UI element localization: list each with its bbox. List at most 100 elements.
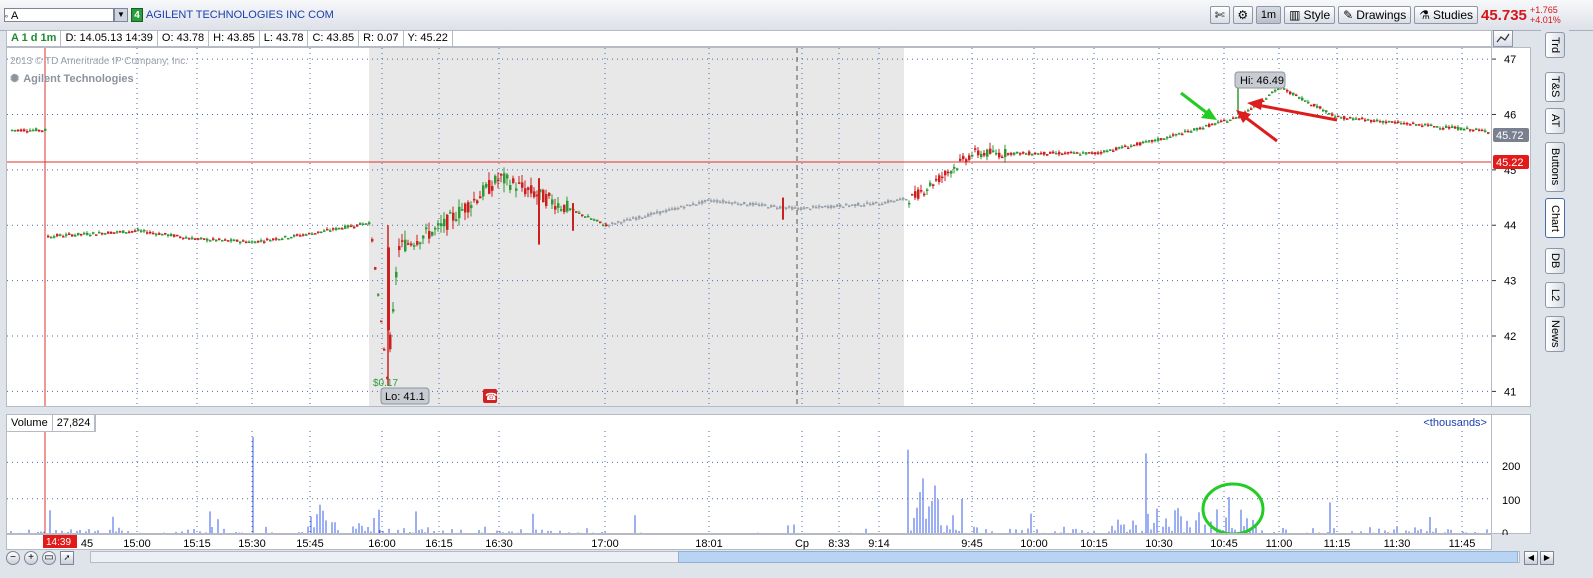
candle-body	[23, 129, 26, 132]
candle-body	[143, 229, 146, 232]
tab-at[interactable]: AT	[1545, 108, 1565, 134]
candle-body	[191, 237, 194, 240]
scroll-right-button[interactable]: ▶	[1540, 551, 1554, 565]
candle-body	[860, 205, 863, 207]
symbol-value: A	[11, 10, 19, 22]
candle-body	[182, 237, 185, 240]
candle-body	[629, 219, 632, 221]
candle-body	[611, 222, 614, 225]
volume-panel[interactable]: Volume 27,824 <thousands>	[6, 414, 1492, 534]
time-axis[interactable]: 14:39 45 15:00 15:15 15:30 15:45 16:00 16:15 16…	[6, 534, 1492, 550]
settings-button[interactable]: ⚙	[1232, 6, 1253, 24]
candle-body	[1481, 129, 1484, 132]
green-arrow	[1180, 91, 1217, 120]
candle-body	[317, 231, 320, 233]
time-axis-label: Cp	[795, 538, 809, 550]
time-axis-label: 17:00	[591, 538, 619, 550]
link-group-badge[interactable]: 4	[131, 8, 143, 22]
candle-body	[230, 239, 233, 242]
chart-settings-button[interactable]	[1493, 30, 1513, 47]
price-tick-label: 43	[1504, 276, 1516, 288]
candle-body	[1145, 141, 1148, 143]
candle-body	[869, 203, 872, 206]
candle-body	[701, 200, 704, 204]
tab-news[interactable]: News	[1545, 316, 1565, 352]
candle-body	[647, 213, 650, 217]
candle-body	[113, 232, 116, 234]
candle-body	[833, 205, 836, 208]
drawings-button[interactable]: ✎ Drawings	[1338, 6, 1412, 24]
tools-button[interactable]: ✄	[1209, 6, 1230, 24]
candle-body	[1373, 120, 1376, 122]
candle-body	[1364, 119, 1367, 122]
agilent-logo-icon: ✺	[10, 73, 20, 85]
candle-body	[1157, 138, 1160, 141]
pointer-button[interactable]: ➚	[60, 551, 74, 565]
candle-body	[1214, 123, 1217, 125]
time-axis-label: 11:00	[1266, 538, 1293, 550]
candle-body	[845, 203, 848, 206]
candle-body	[1064, 152, 1067, 155]
zoom-in-button[interactable]: +	[24, 551, 38, 565]
price-chart-panel[interactable]: Hi: 46.49 Lo: 41.1 $0.17 ☎ 2013 © TD Ame…	[6, 47, 1492, 407]
low-spike-body	[387, 247, 390, 331]
candle-body	[710, 200, 713, 202]
candle-body	[1115, 147, 1118, 151]
candle-body	[899, 198, 902, 201]
chart-symbol-period[interactable]: A 1 d 1m	[7, 31, 62, 46]
scroll-left-button[interactable]: ◀	[1524, 551, 1538, 565]
tab-buttons[interactable]: Buttons	[1545, 142, 1565, 192]
candle-body	[467, 202, 470, 213]
price-axis[interactable]: 47 46 45 44 43 42 41 45.72 45.22	[1491, 47, 1531, 407]
symbol-input[interactable]: ⚬ A	[3, 8, 114, 22]
style-button[interactable]: ▥ Style	[1284, 6, 1336, 24]
candle-body	[284, 235, 287, 238]
tab-l2[interactable]: L2	[1545, 282, 1565, 308]
tab-chart[interactable]: Chart	[1545, 198, 1565, 238]
candle-body	[1367, 119, 1370, 121]
candle-body	[1394, 121, 1397, 124]
candle-body	[1112, 150, 1115, 152]
candle-body	[971, 155, 974, 157]
company-name: AGILENT TECHNOLOGIES INC COM	[146, 9, 334, 21]
candle-body	[1334, 116, 1337, 118]
candle-body	[1136, 142, 1139, 146]
company-watermark-label: Agilent Technologies	[23, 72, 134, 85]
candle-body	[1100, 152, 1103, 154]
candle-body	[1169, 136, 1172, 138]
earnings-icon[interactable]: ☎	[483, 389, 497, 403]
candle-body	[509, 185, 512, 190]
candle-body	[194, 238, 197, 241]
candle-body	[578, 212, 581, 215]
candle-body	[1469, 129, 1472, 131]
tab-trd[interactable]: Trd	[1545, 32, 1565, 58]
price-chart[interactable]: Hi: 46.49 Lo: 41.1 $0.17 ☎	[7, 48, 1492, 407]
tab-db[interactable]: DB	[1545, 248, 1565, 274]
candle-body	[1097, 152, 1100, 154]
timeframe-button[interactable]: 1m	[1255, 6, 1282, 24]
zoom-fit-button[interactable]: ▭	[42, 551, 56, 565]
candle-body	[575, 211, 578, 213]
zoom-out-button[interactable]: −	[6, 551, 20, 565]
candle-body	[1424, 123, 1427, 126]
candle-body	[836, 204, 839, 207]
candle-body	[1121, 146, 1124, 149]
style-icon: ▥	[1289, 8, 1301, 22]
candle-body	[917, 189, 920, 199]
candle-body	[998, 152, 1001, 158]
candle-body	[695, 204, 698, 206]
studies-button[interactable]: ⚗ Studies	[1414, 6, 1478, 24]
candle-body	[656, 211, 659, 214]
candle-body	[803, 207, 806, 210]
volume-axis: 200 100 0	[1491, 414, 1531, 540]
candle-body	[455, 219, 458, 221]
time-scrollbar-thumb[interactable]	[678, 551, 1518, 563]
candle-body	[329, 230, 332, 232]
volume-chart[interactable]	[7, 415, 1492, 534]
candle-body	[1028, 151, 1031, 155]
tab-ts[interactable]: T&S	[1545, 72, 1565, 102]
candle-body	[122, 230, 125, 234]
candle-body	[1304, 100, 1307, 102]
time-axis-label: 10:30	[1145, 538, 1173, 550]
symbol-dropdown-button[interactable]: ▼	[114, 8, 128, 22]
